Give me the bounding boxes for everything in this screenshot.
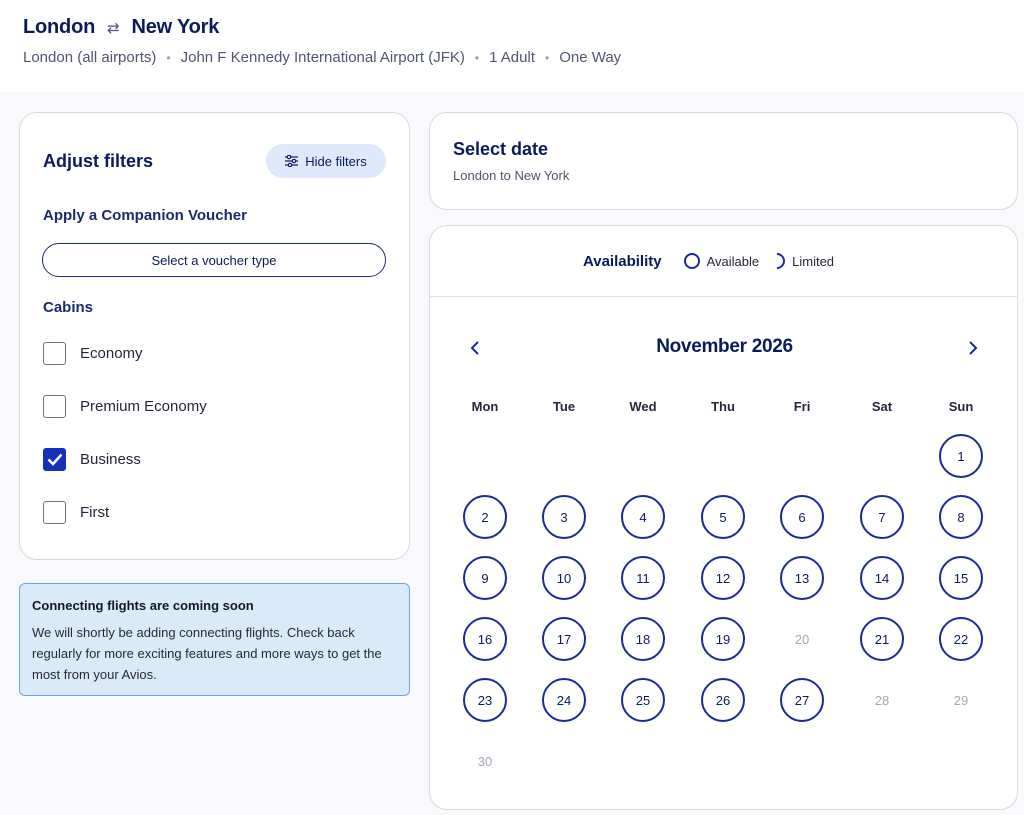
calendar-day[interactable]: 9	[463, 556, 507, 600]
weekday-label: Mon	[471, 399, 499, 414]
select-date-header: Select date London to New York	[429, 112, 1018, 210]
first-checkbox[interactable]	[43, 500, 66, 524]
calendar-day-unavailable: 28	[860, 678, 904, 722]
destination-city: New York	[131, 16, 220, 38]
availability-legend: Availability Available Limited	[430, 226, 1017, 297]
cabin-label: First	[80, 503, 110, 521]
calendar-day[interactable]: 10	[542, 556, 586, 600]
calendar-day[interactable]: 11	[621, 556, 665, 600]
trip-type: One Way	[559, 49, 622, 66]
separator-dot: •	[545, 50, 550, 65]
separator-dot: •	[474, 50, 480, 65]
weekday-label: Sun	[948, 399, 974, 414]
legend-available-label: Available	[706, 253, 760, 269]
business-checkbox[interactable]	[43, 447, 66, 471]
cabin-label: Business	[80, 450, 141, 468]
weekday-label: Thu	[711, 399, 735, 414]
trip-details: London (all airports) • John F Kennedy I…	[23, 49, 621, 66]
calendar-day[interactable]: 16	[463, 617, 507, 661]
calendar-day-unavailable: 30	[463, 739, 507, 783]
cabin-option-economy[interactable]: Economy	[43, 341, 143, 365]
weekday-label: Wed	[629, 399, 657, 414]
voucher-heading: Apply a Companion Voucher	[43, 207, 247, 224]
select-date-subtitle: London to New York	[453, 168, 570, 183]
select-date-title: Select date	[453, 139, 549, 159]
calendar-day[interactable]: 12	[701, 556, 745, 600]
month-title: November 2026	[656, 336, 793, 357]
calendar-day[interactable]: 5	[701, 495, 745, 539]
filters-panel: Adjust filters Hide filters Apply a Comp…	[19, 112, 410, 560]
calendar-day[interactable]: 15	[939, 556, 983, 600]
cabin-option-premium-economy[interactable]: Premium Economy	[43, 394, 207, 418]
calendar-day[interactable]: 6	[780, 495, 824, 539]
calendar-day-unavailable: 20	[780, 617, 824, 661]
cabin-label: Economy	[80, 344, 143, 362]
select-voucher-button[interactable]: Select a voucher type	[42, 243, 386, 277]
legend-available: Available	[683, 253, 760, 269]
calendar-day[interactable]: 2	[463, 495, 507, 539]
weekday-label: Sat	[871, 399, 893, 414]
separator-dot: •	[166, 50, 171, 65]
checkmark-icon	[47, 453, 62, 466]
weekday-label: Fri	[793, 399, 811, 414]
calendar-panel: Availability Available Limited November …	[429, 225, 1018, 810]
calendar-day[interactable]: 27	[780, 678, 824, 722]
sliders-icon	[285, 155, 299, 167]
hide-filters-button[interactable]: Hide filters	[266, 144, 386, 178]
calendar-day[interactable]: 4	[621, 495, 665, 539]
calendar-day-unavailable: 29	[939, 678, 983, 722]
premium-economy-checkbox[interactable]	[43, 394, 66, 418]
calendar-day[interactable]: 19	[701, 617, 745, 661]
calendar-day[interactable]: 22	[939, 617, 983, 661]
cabin-option-business[interactable]: Business	[43, 447, 141, 471]
origin-city: London	[23, 16, 96, 38]
calendar-day[interactable]: 8	[939, 495, 983, 539]
trip-header: London ⇄ New York London (all airports) …	[0, 0, 1024, 92]
legend-limited-label: Limited	[792, 253, 835, 269]
calendar-day[interactable]: 23	[463, 678, 507, 722]
available-circle-icon	[683, 253, 700, 269]
weekday-label: Tue	[552, 399, 576, 414]
origin-airport: London (all airports)	[23, 49, 157, 66]
passenger-count: 1 Adult	[489, 49, 535, 66]
cabin-option-first[interactable]: First	[43, 500, 109, 524]
availability-title: Availability	[582, 252, 662, 270]
legend-limited: Limited	[765, 249, 835, 273]
calendar-day[interactable]: 26	[701, 678, 745, 722]
calendar-day[interactable]: 7	[860, 495, 904, 539]
cabins-heading: Cabins	[43, 299, 94, 316]
filters-title: Adjust filters	[43, 151, 154, 171]
calendar-day[interactable]: 3	[542, 495, 586, 539]
calendar-day[interactable]: 17	[542, 617, 586, 661]
swap-arrows-icon: ⇄	[107, 19, 120, 37]
calendar-day[interactable]: 18	[621, 617, 665, 661]
cabin-label: Premium Economy	[80, 397, 207, 415]
notice-body: We will shortly be adding connecting fli…	[32, 625, 382, 682]
destination-airport: John F Kennedy International Airport (JF…	[180, 49, 465, 66]
calendar-day[interactable]: 24	[542, 678, 586, 722]
limited-half-circle-icon	[765, 249, 789, 273]
calendar-day[interactable]: 25	[621, 678, 665, 722]
route-title: London ⇄ New York	[23, 16, 219, 39]
calendar-day[interactable]: 1	[939, 434, 983, 478]
next-month-button[interactable]	[961, 336, 985, 360]
calendar-day[interactable]: 14	[860, 556, 904, 600]
chevron-right-icon	[969, 341, 978, 355]
connecting-flights-notice: Connecting flights are coming soon We wi…	[19, 583, 410, 696]
notice-title: Connecting flights are coming soon	[32, 598, 254, 613]
calendar-day[interactable]: 21	[860, 617, 904, 661]
hide-filters-label: Hide filters	[305, 153, 367, 169]
calendar-day[interactable]: 13	[780, 556, 824, 600]
economy-checkbox[interactable]	[43, 341, 66, 365]
